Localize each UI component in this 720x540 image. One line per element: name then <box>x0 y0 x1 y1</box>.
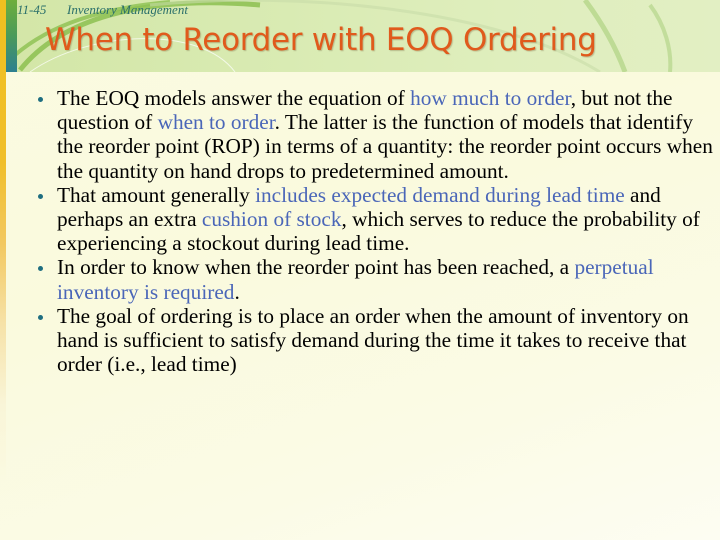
bullet-text: The EOQ models answer the equation of <box>57 86 411 110</box>
bullet-text: In order to know when the reorder point … <box>57 255 575 280</box>
bullet-dot-icon <box>38 97 43 102</box>
bullet-item: In order to know when the reorder point … <box>38 255 714 304</box>
highlighted-text: includes expected demand during lead tim… <box>255 182 625 207</box>
slide-title: When to Reorder with EOQ Ordering <box>45 22 597 58</box>
bullet-text: The goal of ordering is to place an orde… <box>57 303 689 377</box>
slide-number: 11-45 <box>17 2 47 17</box>
bullet-dot-icon <box>38 314 43 320</box>
bullet-text: . <box>234 279 240 304</box>
bullet-dot-icon <box>38 266 43 272</box>
bullet-text: That amount generally <box>57 182 256 207</box>
highlighted-text: cushion of stock <box>201 207 342 232</box>
left-accent-bar <box>0 0 6 540</box>
header-accent-bar <box>6 0 17 72</box>
bullet-item: The EOQ models answer the equation of ho… <box>38 86 714 183</box>
highlighted-text: when to order <box>157 110 275 135</box>
highlighted-text: how much to order <box>410 86 571 110</box>
section-label: Inventory Management <box>67 2 188 17</box>
bullet-list: The EOQ models answer the equation of ho… <box>38 86 714 376</box>
bullet-item: The goal of ordering is to place an orde… <box>38 304 714 377</box>
bullet-item: That amount generally includes expected … <box>38 183 714 256</box>
bullet-dot-icon <box>38 193 43 199</box>
